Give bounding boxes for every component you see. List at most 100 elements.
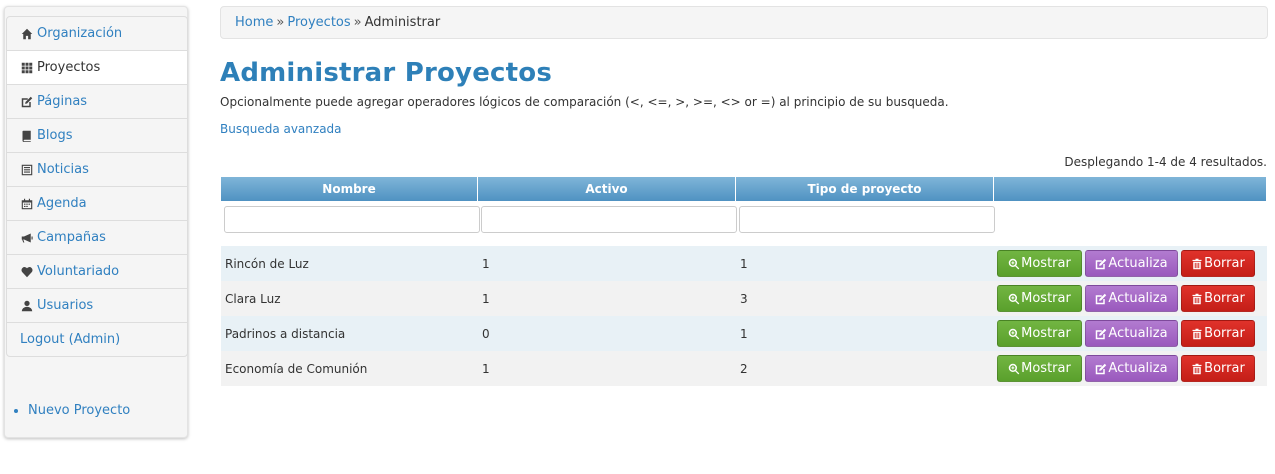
cell-actions: Mostrar Actualiza Borrar xyxy=(994,285,1267,312)
filter-cell xyxy=(478,206,737,233)
cell-activo: 1 xyxy=(482,291,490,306)
borrar-button[interactable]: Borrar xyxy=(1181,285,1255,312)
cell-activo: 1 xyxy=(482,361,490,376)
trash-icon xyxy=(1191,363,1204,375)
grid-body: Rincón de Luz 1 1 Mostrar Actualiza Borrar Cla… xyxy=(221,246,1267,386)
operations-item-nuevo-proyecto[interactable]: Nuevo Proyecto xyxy=(14,403,130,418)
mostrar-button[interactable]: Mostrar xyxy=(997,285,1082,312)
breadcrumb: Home » Proyectos » Administrar xyxy=(220,6,1268,39)
sidebar-item-usuarios[interactable]: Usuarios xyxy=(6,288,188,323)
bullhorn-icon xyxy=(20,231,33,244)
breadcrumb-home[interactable]: Home xyxy=(235,15,273,30)
sidebar-item-campanas[interactable]: Campañas xyxy=(6,220,188,255)
mostrar-button[interactable]: Mostrar xyxy=(997,250,1082,277)
button-label: Actualiza xyxy=(1108,326,1168,341)
button-label: Borrar xyxy=(1204,291,1245,306)
cell-nombre: Clara Luz xyxy=(225,291,281,306)
borrar-button[interactable]: Borrar xyxy=(1181,355,1255,382)
column-header-tipo[interactable]: Tipo de proyecto xyxy=(736,177,994,201)
sidebar-item-label: Proyectos xyxy=(37,60,101,75)
nuevo-proyecto-link[interactable]: Nuevo Proyecto xyxy=(28,403,130,418)
sidebar-item-proyectos[interactable]: Proyectos xyxy=(6,50,188,85)
edit-icon xyxy=(1095,258,1108,270)
sidebar-item-paginas[interactable]: Páginas xyxy=(6,84,188,119)
search-plus-icon xyxy=(1008,328,1021,340)
results-summary: Desplegando 1-4 de 4 resultados. xyxy=(1064,155,1267,169)
trash-icon xyxy=(1191,328,1204,340)
cell-tipo: 1 xyxy=(740,256,748,271)
sidebar-item-label: Organización xyxy=(37,26,123,41)
column-header-activo[interactable]: Activo xyxy=(478,177,736,201)
search-plus-icon xyxy=(1008,293,1021,305)
edit-icon xyxy=(1095,293,1108,305)
heart-icon xyxy=(20,265,33,278)
cell-nombre: Economía de Comunión xyxy=(225,361,368,376)
button-label: Actualiza xyxy=(1108,361,1168,376)
search-plus-icon xyxy=(1008,258,1021,270)
column-header-actions xyxy=(994,177,1267,201)
sidebar-item-blogs[interactable]: Blogs xyxy=(6,118,188,153)
grid-icon xyxy=(20,61,33,74)
user-icon xyxy=(20,299,33,312)
cell-actions: Mostrar Actualiza Borrar xyxy=(994,250,1267,277)
calendar-icon xyxy=(20,197,33,210)
sidebar-item-label: Blogs xyxy=(37,128,73,143)
filter-nombre-input[interactable] xyxy=(224,206,480,233)
edit-icon xyxy=(1095,328,1108,340)
filter-tipo-input[interactable] xyxy=(739,206,995,233)
sidebar-item-label: Páginas xyxy=(37,94,88,109)
sidebar-item-label: Campañas xyxy=(37,230,106,245)
sidebar-item-label: Noticias xyxy=(37,162,89,177)
edit-icon xyxy=(20,95,33,108)
trash-icon xyxy=(1191,258,1204,270)
borrar-button[interactable]: Borrar xyxy=(1181,320,1255,347)
filter-activo-input[interactable] xyxy=(481,206,737,233)
button-label: Actualiza xyxy=(1108,256,1168,271)
breadcrumb-proyectos[interactable]: Proyectos xyxy=(287,15,350,30)
mostrar-button[interactable]: Mostrar xyxy=(997,320,1082,347)
table-row: Rincón de Luz 1 1 Mostrar Actualiza Borrar xyxy=(221,246,1267,281)
sidebar-item-organizacion[interactable]: Organización xyxy=(6,16,188,51)
column-header-nombre[interactable]: Nombre xyxy=(221,177,478,201)
breadcrumb-separator: » xyxy=(353,15,362,30)
cell-nombre: Rincón de Luz xyxy=(225,256,309,271)
button-label: Mostrar xyxy=(1021,291,1071,306)
actualiza-button[interactable]: Actualiza xyxy=(1085,355,1178,382)
button-label: Mostrar xyxy=(1021,361,1071,376)
breadcrumb-separator: » xyxy=(276,15,285,30)
cell-nombre: Padrinos a distancia xyxy=(225,326,346,341)
actualiza-button[interactable]: Actualiza xyxy=(1085,285,1178,312)
search-hint: Opcionalmente puede agregar operadores l… xyxy=(220,95,949,109)
table-row: Padrinos a distancia 0 1 Mostrar Actualiza Bo… xyxy=(221,316,1267,351)
table-row: Economía de Comunión 1 2 Mostrar Actualiza Bo… xyxy=(221,351,1267,386)
cell-tipo: 1 xyxy=(740,326,748,341)
sidebar-item-label: Usuarios xyxy=(37,298,94,313)
sidebar-nav: Organización Proyectos Páginas Blogs Not… xyxy=(6,16,188,357)
sidebar-item-label: Agenda xyxy=(37,196,87,211)
list-icon xyxy=(20,163,33,176)
sidebar-item-label: Logout (Admin) xyxy=(20,332,121,347)
sidebar-item-voluntariado[interactable]: Voluntariado xyxy=(6,254,188,289)
cell-activo: 0 xyxy=(482,326,490,341)
grid-header: Nombre Activo Tipo de proyecto xyxy=(221,177,1267,201)
actualiza-button[interactable]: Actualiza xyxy=(1085,320,1178,347)
advanced-search-link[interactable]: Busqueda avanzada xyxy=(220,122,342,136)
filter-row xyxy=(221,201,1267,238)
cell-actions: Mostrar Actualiza Borrar xyxy=(994,355,1267,382)
button-label: Borrar xyxy=(1204,256,1245,271)
sidebar-item-noticias[interactable]: Noticias xyxy=(6,152,188,187)
home-icon xyxy=(20,27,33,40)
mostrar-button[interactable]: Mostrar xyxy=(997,355,1082,382)
button-label: Borrar xyxy=(1204,326,1245,341)
edit-icon xyxy=(1095,363,1108,375)
sidebar-item-logout[interactable]: Logout (Admin) xyxy=(6,322,188,357)
breadcrumb-current: Administrar xyxy=(364,15,441,30)
button-label: Borrar xyxy=(1204,361,1245,376)
button-label: Mostrar xyxy=(1021,326,1071,341)
borrar-button[interactable]: Borrar xyxy=(1181,250,1255,277)
projects-grid: Nombre Activo Tipo de proyecto Rincón de… xyxy=(221,177,1267,386)
actualiza-button[interactable]: Actualiza xyxy=(1085,250,1178,277)
cell-activo: 1 xyxy=(482,256,490,271)
sidebar-item-agenda[interactable]: Agenda xyxy=(6,186,188,221)
filter-cell xyxy=(221,206,480,233)
